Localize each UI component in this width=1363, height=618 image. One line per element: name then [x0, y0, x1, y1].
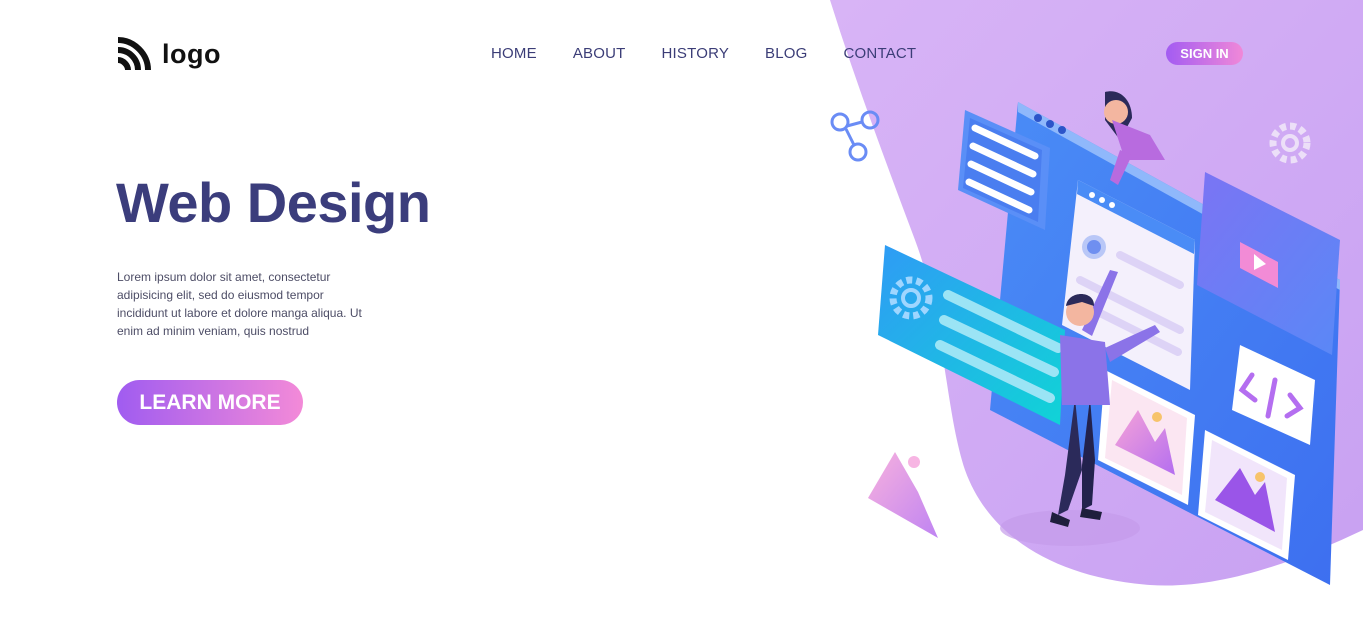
nav-contact[interactable]: CONTACT — [844, 45, 917, 62]
logo[interactable]: logo — [116, 36, 221, 72]
nav-about[interactable]: ABOUT — [573, 45, 626, 62]
hero-description: Lorem ipsum dolor sit amet, consectetur … — [117, 270, 362, 338]
sign-in-button[interactable]: SIGN IN — [1166, 42, 1243, 65]
wifi-rss-icon — [117, 37, 151, 71]
nav-blog[interactable]: BLOG — [765, 45, 807, 62]
hero-illustration — [830, 91, 1340, 585]
hero-title: Web Design — [116, 171, 431, 234]
logo-text: logo — [162, 38, 221, 69]
main-nav: HOME ABOUT HISTORY BLOG CONTACT — [491, 45, 916, 62]
mountain-icon — [868, 452, 938, 538]
share-icon — [830, 110, 880, 162]
learn-more-button[interactable]: LEARN MORE — [117, 380, 303, 425]
site-header: logo HOME ABOUT HISTORY BLOG CONTACT SIG… — [0, 0, 1363, 100]
nav-home[interactable]: HOME — [491, 45, 537, 62]
nav-history[interactable]: HISTORY — [662, 45, 730, 62]
gear-icon — [1269, 122, 1311, 164]
